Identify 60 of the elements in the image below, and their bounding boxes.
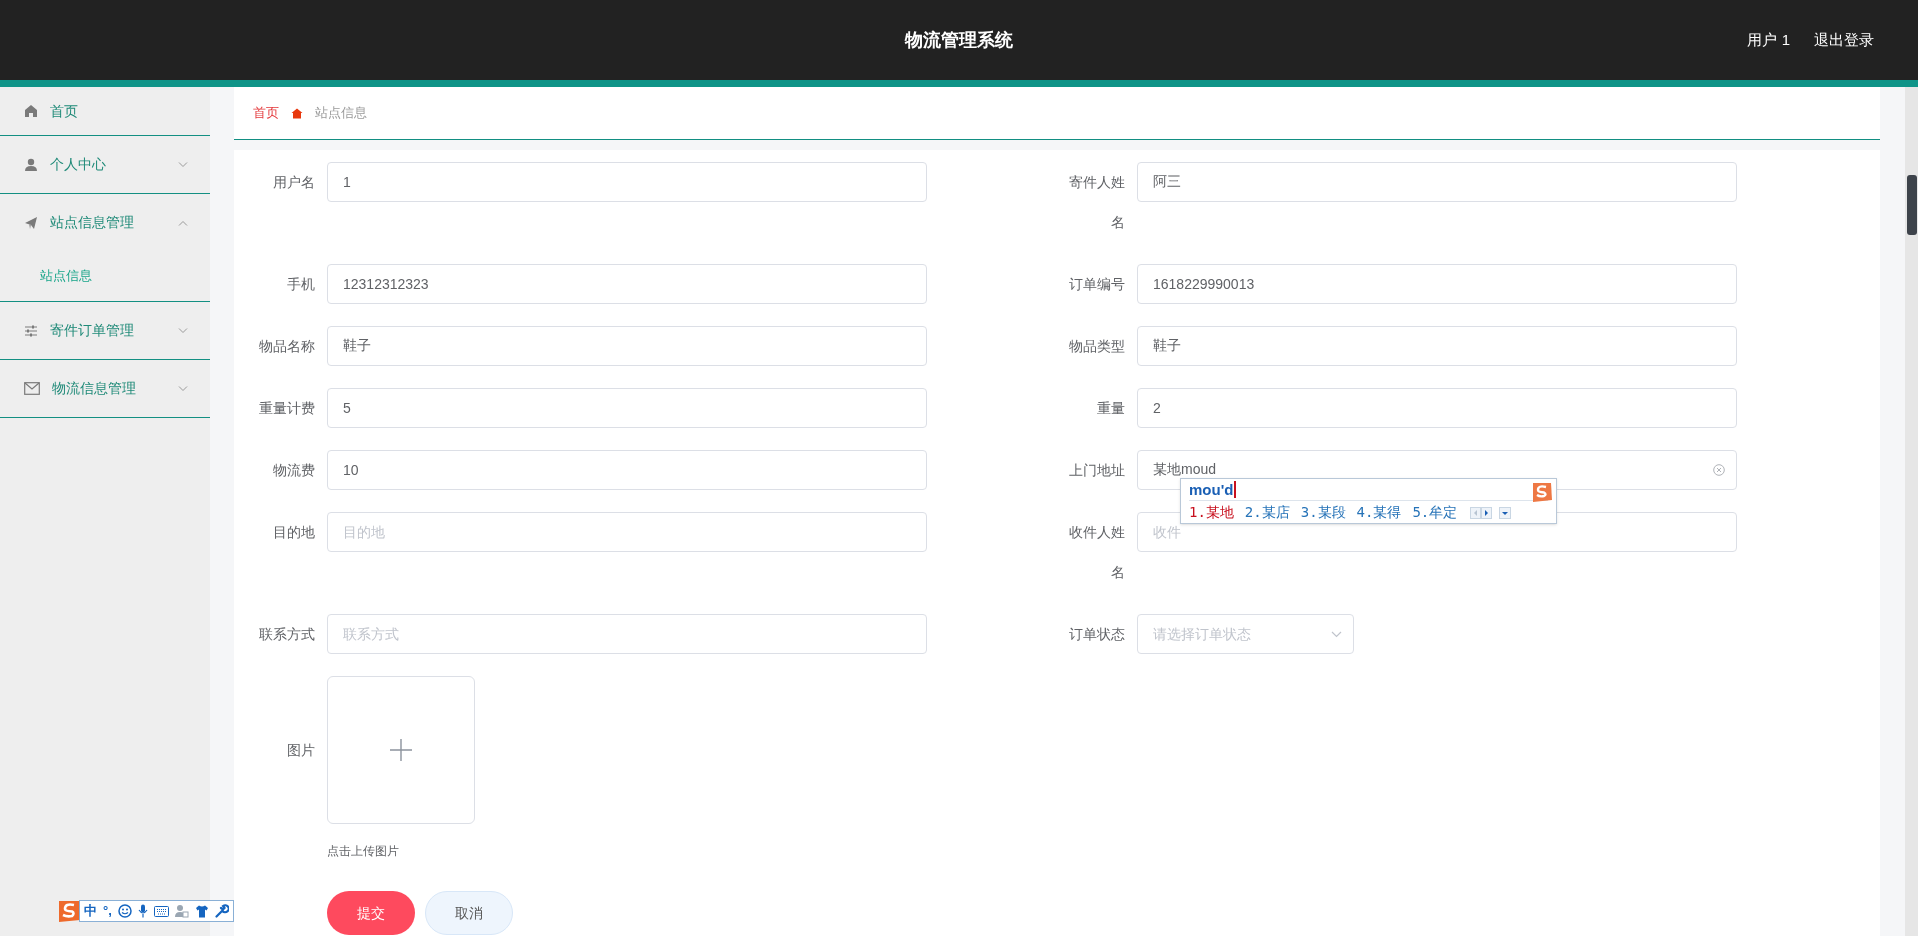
submit-button[interactable]: 提交: [327, 891, 415, 935]
page-arrows-icon: [1470, 506, 1493, 519]
field-label: 手机: [286, 275, 316, 294]
input-field[interactable]: 1618229990013: [1137, 264, 1737, 304]
mail-icon: [24, 382, 40, 395]
app-title: 物流管理系统: [905, 28, 1013, 52]
scrollbar[interactable]: [1905, 87, 1918, 936]
chevron-down-icon: [1331, 631, 1342, 638]
punctuation-toggle[interactable]: °,: [103, 901, 112, 921]
input-field[interactable]: 目的地: [327, 512, 927, 552]
field-label: 联系方式: [258, 625, 316, 644]
microphone-icon: [137, 904, 148, 918]
paper-plane-icon: [24, 215, 38, 230]
ime-mode-toggle[interactable]: 中: [84, 901, 97, 921]
input-field[interactable]: 2: [1137, 388, 1737, 428]
field-label: 图片: [286, 741, 316, 760]
breadcrumb-current: 站点信息: [315, 104, 367, 123]
sidebar-item[interactable]: 站点信息管理: [0, 194, 210, 251]
field-label: 订单状态: [1068, 625, 1126, 644]
field-label: 收件人姓名: [1068, 523, 1126, 582]
logout-link[interactable]: 退出登录: [1814, 28, 1874, 52]
sidebar-item[interactable]: 个人中心: [0, 136, 210, 193]
field-label: 重量计费: [258, 399, 316, 418]
field-label: 物品类型: [1068, 337, 1126, 356]
field-label: 订单编号: [1068, 275, 1126, 294]
input-field[interactable]: 联系方式: [327, 614, 927, 654]
field-label: 目的地: [272, 523, 316, 542]
wrench-icon: [214, 904, 229, 918]
cancel-button[interactable]: 取消: [425, 891, 513, 935]
field-label: 寄件人姓名: [1068, 173, 1126, 232]
input-field[interactable]: 1: [327, 162, 927, 202]
sidebar-item[interactable]: 寄件订单管理: [0, 302, 210, 359]
keyboard-icon: [153, 905, 169, 917]
breadcrumb-link[interactable]: 首页: [253, 103, 279, 123]
input-field[interactable]: 鞋子: [1137, 326, 1737, 366]
home-icon: [24, 104, 38, 118]
input-field[interactable]: 10: [327, 450, 927, 490]
user-icon: [24, 157, 38, 172]
ime-composition: mou'd: [1189, 481, 1237, 498]
house-icon: [291, 107, 303, 119]
input-field[interactable]: 阿三: [1137, 162, 1737, 202]
input-field[interactable]: 5: [327, 388, 927, 428]
sidebar-item[interactable]: 首页: [0, 87, 210, 135]
field-label: 物品名称: [258, 337, 316, 356]
sidebar-item[interactable]: 物流信息管理: [0, 360, 210, 417]
t-shirt-icon: [194, 904, 209, 918]
field-label: 上门地址: [1068, 461, 1126, 480]
field-label: 用户名: [272, 173, 316, 192]
input-field[interactable]: 12312312323: [327, 264, 927, 304]
input-field[interactable]: 鞋子: [327, 326, 927, 366]
field-label: 物流费: [272, 461, 316, 480]
sliders-icon: [24, 323, 38, 338]
upload-hint: 点击上传图片: [327, 843, 400, 860]
smiley-icon: [117, 904, 132, 918]
field-label: 重量: [1096, 399, 1126, 418]
user-name: 用户 1: [1747, 29, 1790, 50]
select-field[interactable]: 请选择订单状态: [1137, 614, 1354, 654]
clear-icon: [1713, 464, 1725, 476]
plus-icon: [389, 738, 413, 762]
person-icon: [174, 904, 189, 918]
